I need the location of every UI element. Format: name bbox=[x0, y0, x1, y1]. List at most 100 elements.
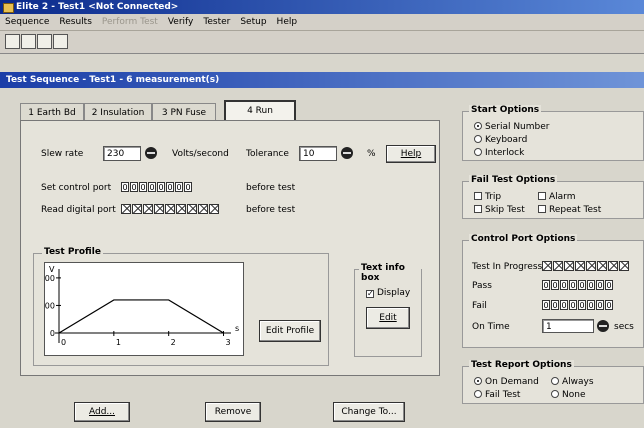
start-keyboard-radio[interactable]: Keyboard bbox=[474, 135, 527, 145]
report-always-radio[interactable]: Always bbox=[551, 377, 594, 387]
save-icon[interactable] bbox=[37, 34, 52, 49]
start-interlock-radio[interactable]: Interlock bbox=[474, 148, 524, 158]
radio-label: On Demand bbox=[485, 377, 539, 387]
menu-sequence[interactable]: Sequence bbox=[0, 14, 54, 30]
set-port-bit[interactable]: 0 bbox=[148, 182, 156, 192]
set-port-bit[interactable]: 0 bbox=[139, 182, 147, 192]
tab-insulation[interactable]: 2 Insulation bbox=[84, 103, 152, 121]
tab-earth-bd[interactable]: 1 Earth Bd bbox=[20, 103, 84, 121]
slew-spin-icon[interactable] bbox=[145, 147, 157, 159]
menu-help[interactable]: Help bbox=[272, 14, 303, 30]
read-port-bit[interactable] bbox=[165, 204, 175, 214]
y-tick-label: 0 bbox=[50, 329, 55, 338]
port-bit[interactable] bbox=[586, 261, 596, 271]
fail-skip-checkbox[interactable]: Skip Test bbox=[474, 205, 525, 215]
port-bit[interactable]: 0 bbox=[578, 300, 586, 310]
port-bit[interactable]: 0 bbox=[569, 300, 577, 310]
set-port-bits: 00000000 bbox=[121, 182, 192, 192]
on-time-spin-icon[interactable] bbox=[597, 320, 609, 332]
read-port-bit[interactable] bbox=[121, 204, 131, 214]
tab-run[interactable]: 4 Run bbox=[224, 100, 296, 122]
menu-verify[interactable]: Verify bbox=[163, 14, 199, 30]
radio-icon[interactable] bbox=[474, 122, 482, 130]
report-none-radio[interactable]: None bbox=[551, 390, 585, 400]
read-port-bit[interactable] bbox=[154, 204, 164, 214]
radio-icon[interactable] bbox=[551, 377, 559, 385]
new-file-icon[interactable] bbox=[5, 34, 20, 49]
print-preview-icon[interactable] bbox=[53, 34, 68, 49]
menu-tester[interactable]: Tester bbox=[198, 14, 235, 30]
port-bit[interactable] bbox=[575, 261, 585, 271]
on-time-input[interactable]: 1 bbox=[542, 319, 594, 333]
help-button[interactable]: Help bbox=[386, 145, 436, 163]
port-bit[interactable] bbox=[597, 261, 607, 271]
tolerance-input[interactable]: 10 bbox=[299, 146, 337, 161]
menu-setup[interactable]: Setup bbox=[235, 14, 271, 30]
report-fail-test-radio[interactable]: Fail Test bbox=[474, 390, 520, 400]
window-title-bar: Elite 2 - Test1 <Not Connected> bbox=[0, 0, 644, 14]
read-port-bit[interactable] bbox=[187, 204, 197, 214]
slew-rate-input[interactable]: 230 bbox=[103, 146, 141, 161]
text-info-edit-button[interactable]: Edit bbox=[366, 307, 410, 329]
change-to-button[interactable]: Change To... bbox=[333, 402, 405, 422]
port-bit[interactable] bbox=[564, 261, 574, 271]
port-bit[interactable] bbox=[553, 261, 563, 271]
radio-icon[interactable] bbox=[474, 135, 482, 143]
port-bit[interactable] bbox=[619, 261, 629, 271]
open-folder-icon[interactable] bbox=[21, 34, 36, 49]
tab-pn-fuse[interactable]: 3 PN Fuse bbox=[152, 103, 216, 121]
port-bit[interactable]: 0 bbox=[605, 280, 613, 290]
radio-label: Interlock bbox=[485, 148, 525, 158]
report-on-demand-radio[interactable]: On Demand bbox=[474, 377, 539, 387]
set-port-bit[interactable]: 0 bbox=[166, 182, 174, 192]
radio-icon[interactable] bbox=[474, 390, 482, 398]
read-port-label: Read digital port bbox=[41, 205, 116, 215]
read-port-bit[interactable] bbox=[198, 204, 208, 214]
read-port-bit[interactable] bbox=[209, 204, 219, 214]
port-bit[interactable]: 0 bbox=[560, 280, 568, 290]
set-port-bit[interactable]: 0 bbox=[121, 182, 129, 192]
remove-button[interactable]: Remove bbox=[205, 402, 261, 422]
read-port-bit[interactable] bbox=[143, 204, 153, 214]
fail-trip-checkbox[interactable]: Trip bbox=[474, 192, 501, 202]
set-port-bit[interactable]: 0 bbox=[130, 182, 138, 192]
fail-alarm-checkbox[interactable]: Alarm bbox=[538, 192, 575, 202]
add-button[interactable]: Add... bbox=[74, 402, 130, 422]
edit-profile-button[interactable]: Edit Profile bbox=[259, 320, 321, 342]
read-port-bit[interactable] bbox=[176, 204, 186, 214]
port-bit[interactable]: 0 bbox=[551, 300, 559, 310]
port-bit[interactable] bbox=[542, 261, 552, 271]
port-bit[interactable]: 0 bbox=[569, 280, 577, 290]
port-bit[interactable]: 0 bbox=[542, 280, 550, 290]
set-port-bit[interactable]: 0 bbox=[184, 182, 192, 192]
checkbox-icon[interactable] bbox=[474, 205, 482, 213]
app-icon bbox=[3, 3, 14, 13]
display-checkbox[interactable]: ✓ bbox=[366, 290, 374, 298]
fail-repeat-checkbox[interactable]: Repeat Test bbox=[538, 205, 601, 215]
port-bit[interactable]: 0 bbox=[587, 300, 595, 310]
tolerance-spin-icon[interactable] bbox=[341, 147, 353, 159]
port-bit[interactable]: 0 bbox=[596, 300, 604, 310]
port-bit[interactable]: 0 bbox=[605, 300, 613, 310]
menu-results[interactable]: Results bbox=[54, 14, 97, 30]
port-bit[interactable]: 0 bbox=[578, 280, 586, 290]
port-bit[interactable] bbox=[608, 261, 618, 271]
port-bit[interactable]: 0 bbox=[551, 280, 559, 290]
set-port-bit[interactable]: 0 bbox=[157, 182, 165, 192]
port-bit[interactable]: 0 bbox=[560, 300, 568, 310]
radio-icon[interactable] bbox=[474, 377, 482, 385]
radio-icon[interactable] bbox=[474, 148, 482, 156]
checkbox-icon[interactable] bbox=[474, 192, 482, 200]
menu-bar: Sequence Results Perform Test Verify Tester S… bbox=[0, 14, 644, 31]
port-bit[interactable]: 0 bbox=[587, 280, 595, 290]
set-port-bit[interactable]: 0 bbox=[175, 182, 183, 192]
checkbox-icon[interactable] bbox=[538, 205, 546, 213]
display-checkbox-row[interactable]: ✓ Display bbox=[366, 288, 410, 298]
text-info-title: Text info box bbox=[359, 263, 421, 283]
start-serial-radio[interactable]: Serial Number bbox=[474, 122, 549, 132]
read-port-bit[interactable] bbox=[132, 204, 142, 214]
radio-icon[interactable] bbox=[551, 390, 559, 398]
port-bit[interactable]: 0 bbox=[596, 280, 604, 290]
port-bit[interactable]: 0 bbox=[542, 300, 550, 310]
checkbox-icon[interactable] bbox=[538, 192, 546, 200]
